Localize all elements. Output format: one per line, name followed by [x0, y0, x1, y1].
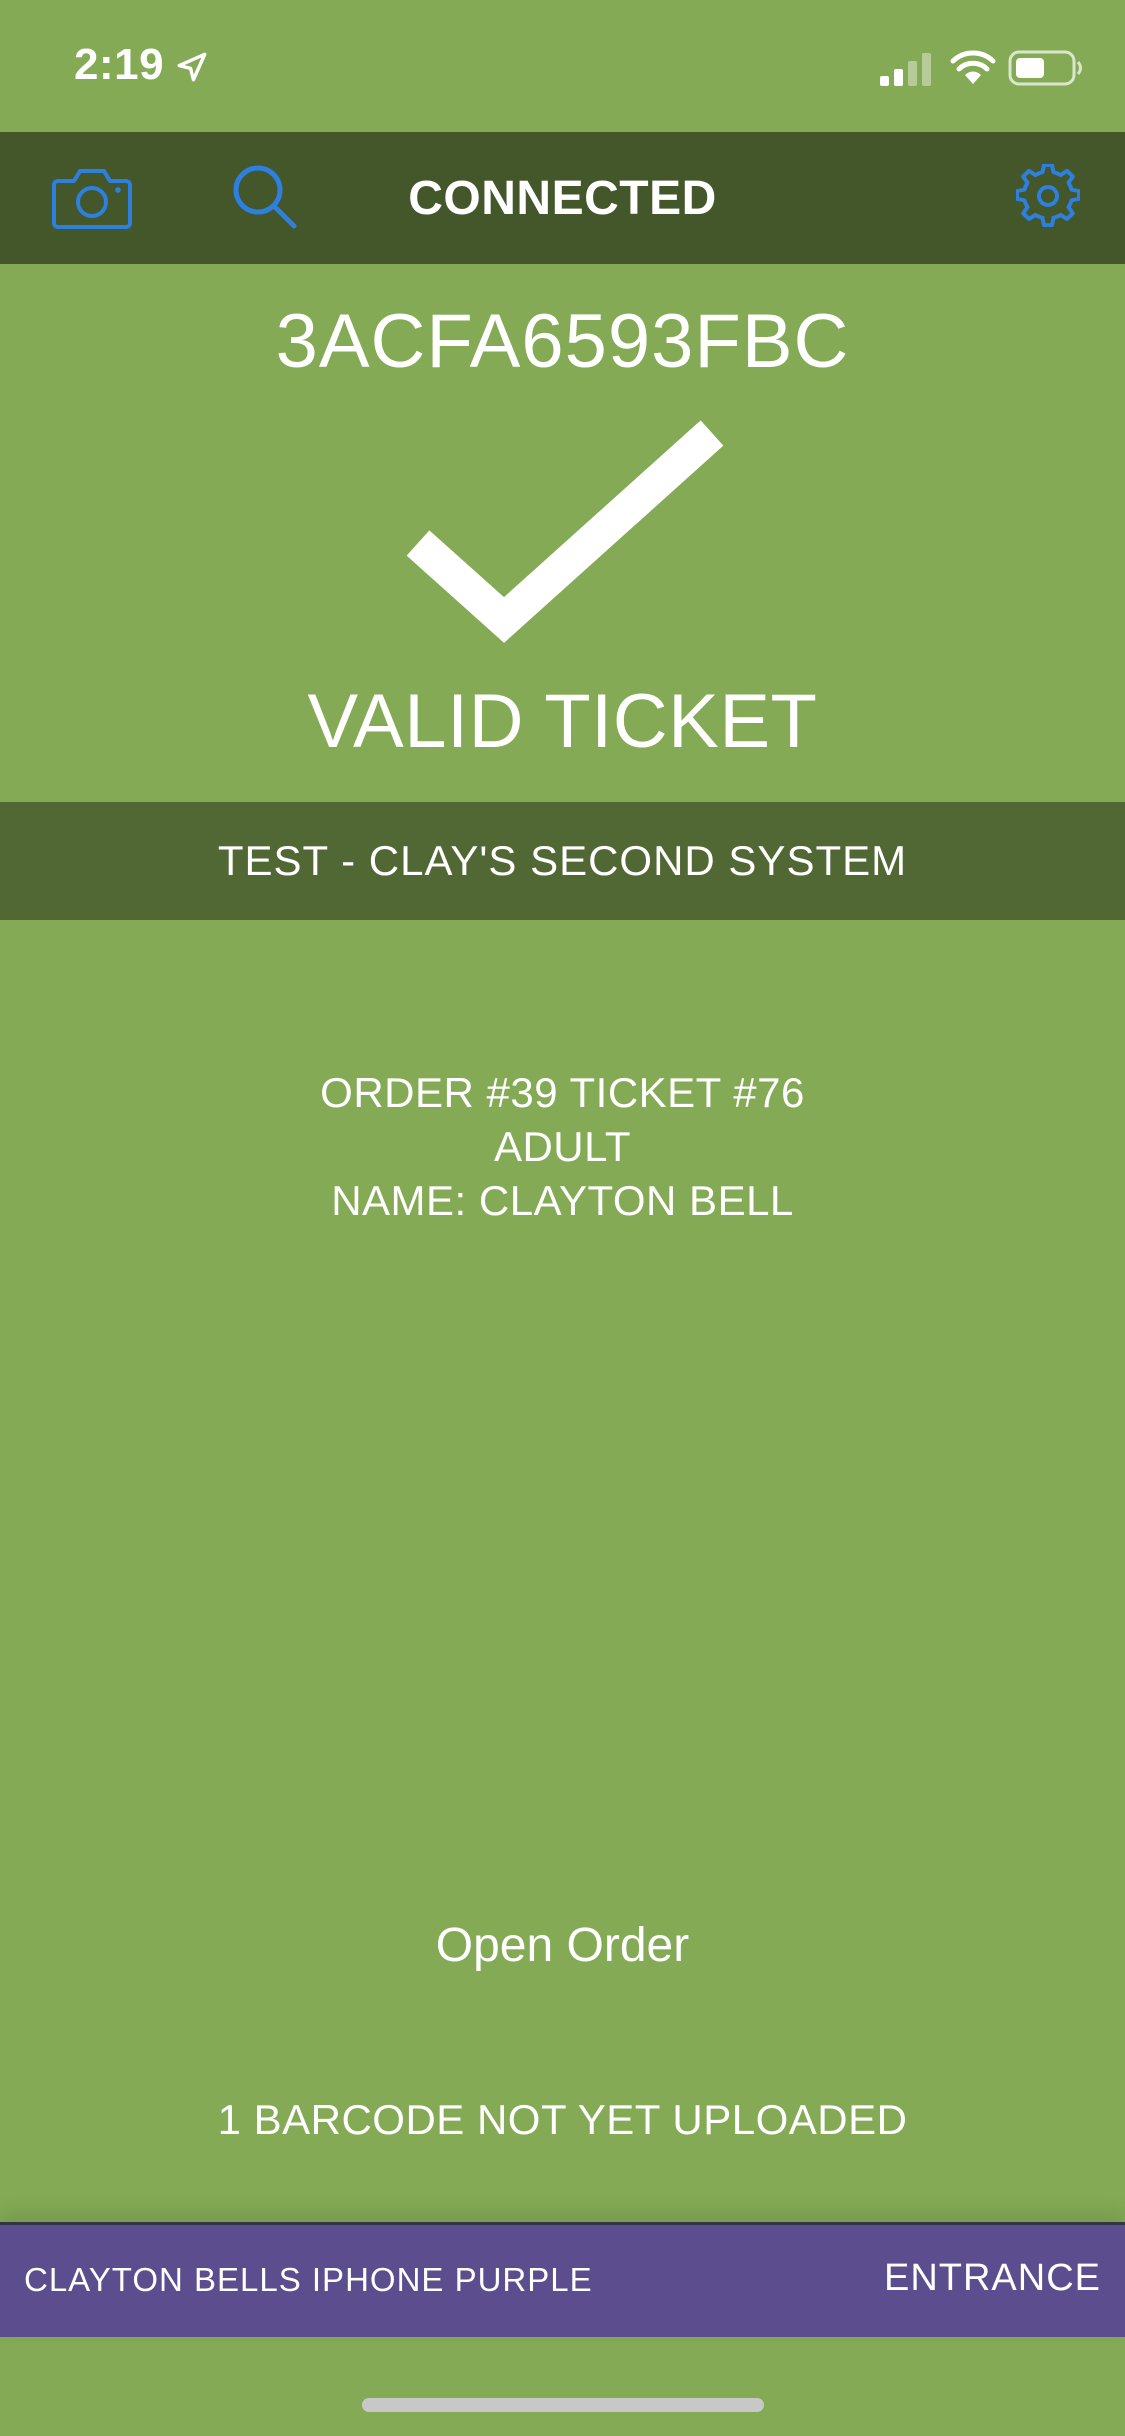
event-name: TEST - CLAY'S SECOND SYSTEM — [0, 802, 1125, 920]
upload-status: 1 BARCODE NOT YET UPLOADED — [217, 2096, 908, 2143]
connection-status: CONNECTED — [408, 171, 717, 225]
signal-icon — [880, 53, 931, 86]
gear-icon — [1016, 164, 1080, 227]
ticket-status: VALID TICKET — [307, 679, 818, 764]
order-ticket-line: ORDER #39 TICKET #76 — [320, 1069, 805, 1116]
toolbar: CONNECTED — [0, 132, 1125, 264]
ticket-type-line: ADULT — [493, 1123, 632, 1170]
ticket-details: ORDER #39 TICKET #76 ADULT NAME: CLAYTON… — [0, 1066, 1125, 1228]
event-name-label: TEST - CLAY'S SECOND SYSTEM — [217, 837, 908, 884]
camera-button[interactable] — [46, 156, 138, 240]
search-button[interactable] — [222, 154, 306, 238]
wifi-icon — [950, 50, 996, 84]
open-order-button[interactable]: Open Order — [380, 1910, 745, 1980]
barcode-value: 3ACFA6593FBC — [275, 299, 850, 384]
device-bar[interactable]: CLAYTON BELLS IPHONE PURPLE ENTRANCE — [0, 2222, 1125, 2337]
camera-icon — [52, 169, 132, 229]
ticket-holder-line: NAME: CLAYTON BELL — [331, 1177, 794, 1224]
settings-button[interactable] — [1006, 154, 1090, 238]
station-name: ENTRANCE — [883, 2257, 1101, 2299]
search-icon — [233, 165, 297, 229]
location-arrow-icon — [177, 52, 207, 82]
home-indicator[interactable] — [362, 2398, 764, 2412]
status-time: 2:19 — [74, 40, 165, 89]
checkmark-icon — [406, 420, 724, 643]
battery-icon — [1008, 50, 1082, 86]
status-bar: 2:19 — [0, 0, 1125, 132]
device-name: CLAYTON BELLS IPHONE PURPLE — [24, 2261, 593, 2298]
